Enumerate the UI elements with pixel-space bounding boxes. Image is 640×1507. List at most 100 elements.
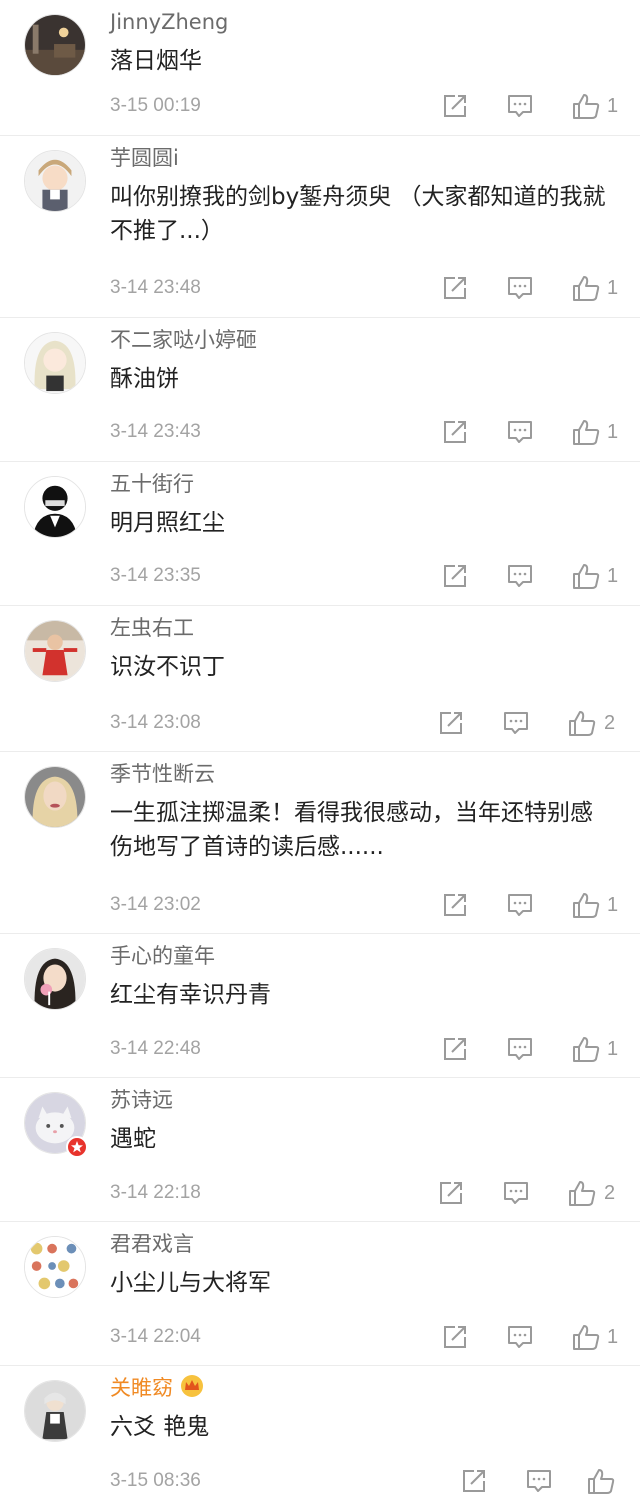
like-icon[interactable]	[571, 418, 601, 446]
comment-icon[interactable]	[506, 891, 534, 919]
comment-username[interactable]: 芋圆圆i	[110, 144, 179, 172]
repost-icon[interactable]	[441, 92, 469, 120]
like-icon[interactable]	[571, 1323, 601, 1351]
comment-timestamp: 3-14 23:35	[110, 565, 201, 586]
comment-item: 手心的童年红尘有幸识丹青 3-14 22:48 1	[0, 934, 640, 1078]
like-count: 2	[604, 712, 616, 734]
user-avatar[interactable]	[24, 14, 86, 76]
like-count: 1	[607, 894, 619, 916]
comment-username[interactable]: 五十街行	[110, 470, 194, 498]
comment-item: 关睢窈六爻 艳鬼 3-15 08:36	[0, 1366, 640, 1507]
comment-item: 芋圆圆i 叫你别撩我的剑by錾舟须臾 （大家都知道的我就不推了...） 3-14 2…	[0, 136, 640, 318]
verified-badge-icon	[66, 1136, 88, 1162]
comment-timestamp: 3-14 23:08	[110, 712, 201, 733]
repost-icon[interactable]	[441, 274, 469, 302]
user-avatar[interactable]	[24, 620, 86, 682]
username-text[interactable]: 苏诗远	[110, 1088, 173, 1112]
like-count: 2	[604, 1182, 616, 1204]
user-avatar[interactable]	[24, 948, 86, 1010]
comment-timestamp: 3-14 22:48	[110, 1038, 201, 1059]
comment-icon[interactable]	[506, 92, 534, 120]
like-icon[interactable]	[571, 92, 601, 120]
like-count: 1	[607, 421, 619, 443]
comment-item: 苏诗远遇蛇 3-14 22:18 2	[0, 1078, 640, 1222]
comment-icon[interactable]	[506, 1035, 534, 1063]
username-text[interactable]: 不二家哒小婷砸	[110, 328, 257, 352]
comment-icon[interactable]	[525, 1467, 553, 1495]
like-count: 1	[607, 565, 619, 587]
user-avatar[interactable]	[24, 476, 86, 538]
comment-username[interactable]: 关睢窈	[110, 1374, 205, 1405]
comment-timestamp: 3-15 08:36	[110, 1470, 201, 1491]
like-icon[interactable]	[571, 562, 601, 590]
like-icon[interactable]	[567, 1179, 597, 1207]
comment-text: 明月照红尘	[110, 510, 225, 536]
comment-username[interactable]: 不二家哒小婷砸	[110, 326, 257, 354]
repost-icon[interactable]	[441, 418, 469, 446]
comment-text: 六爻 艳鬼	[110, 1414, 210, 1440]
comment-timestamp: 3-15 00:19	[110, 95, 201, 116]
repost-icon[interactable]	[460, 1467, 488, 1495]
username-text[interactable]: 季节性断云	[110, 762, 215, 786]
comment-text: 红尘有幸识丹青	[110, 982, 271, 1008]
comment-text: 落日烟华	[110, 48, 202, 74]
username-text[interactable]: 君君戏言	[110, 1232, 194, 1256]
like-count: 1	[607, 95, 619, 117]
comment-username[interactable]: 左虫右工	[110, 614, 194, 642]
repost-icon[interactable]	[441, 1035, 469, 1063]
user-avatar[interactable]	[24, 332, 86, 394]
repost-icon[interactable]	[437, 1179, 465, 1207]
comment-timestamp: 3-14 23:48	[110, 277, 201, 298]
comment-item: JinnyZheng 落日烟华 3-15 00:19 1	[0, 0, 640, 136]
comment-icon[interactable]	[506, 1323, 534, 1351]
comment-username[interactable]: 君君戏言	[110, 1230, 194, 1258]
like-icon[interactable]	[567, 709, 597, 737]
comment-icon[interactable]	[506, 274, 534, 302]
username-text[interactable]: 关睢窈	[110, 1376, 173, 1400]
like-count: 1	[607, 277, 619, 299]
comment-text: 小尘儿与大将军	[110, 1270, 271, 1296]
user-avatar[interactable]	[24, 150, 86, 212]
username-text[interactable]: 芋圆圆i	[110, 146, 179, 170]
like-count: 1	[607, 1326, 619, 1348]
comment-timestamp: 3-14 22:18	[110, 1182, 201, 1203]
comment-icon[interactable]	[502, 1179, 530, 1207]
username-text[interactable]: 手心的童年	[110, 944, 215, 968]
comment-icon[interactable]	[506, 418, 534, 446]
user-avatar[interactable]	[24, 766, 86, 828]
username-text[interactable]: JinnyZheng	[110, 10, 228, 34]
comment-icon[interactable]	[506, 562, 534, 590]
comment-username[interactable]: JinnyZheng	[110, 8, 228, 36]
comment-icon[interactable]	[502, 709, 530, 737]
username-text[interactable]: 五十街行	[110, 472, 194, 496]
comment-timestamp: 3-14 23:43	[110, 421, 201, 442]
like-icon[interactable]	[571, 891, 601, 919]
crown-icon	[179, 1374, 205, 1405]
comment-list: JinnyZheng 落日烟华 3-15 00:19 1 芋圆圆i 叫你别撩我的剑by錾舟…	[0, 0, 640, 1507]
username-text[interactable]: 左虫右工	[110, 616, 194, 640]
comment-item: 不二家哒小婷砸 酥油饼 3-14 23:43 1	[0, 318, 640, 462]
comment-text: 酥油饼	[110, 366, 179, 392]
repost-icon[interactable]	[437, 709, 465, 737]
comment-text: 遇蛇	[110, 1126, 156, 1152]
repost-icon[interactable]	[441, 891, 469, 919]
like-count: 1	[607, 1038, 619, 1060]
comment-text: 一生孤注掷温柔！看得我很感动，当年还特别感伤地写了首诗的读后感......	[110, 800, 593, 860]
comment-item: 左虫右工识汝不识丁 3-14 23:08 2	[0, 606, 640, 752]
repost-icon[interactable]	[441, 562, 469, 590]
like-icon[interactable]	[571, 274, 601, 302]
like-icon[interactable]	[571, 1035, 601, 1063]
comment-username[interactable]: 苏诗远	[110, 1086, 173, 1114]
repost-icon[interactable]	[441, 1323, 469, 1351]
comment-username[interactable]: 手心的童年	[110, 942, 215, 970]
comment-text: 叫你别撩我的剑by錾舟须臾 （大家都知道的我就不推了...）	[110, 184, 606, 244]
comment-timestamp: 3-14 23:02	[110, 894, 201, 915]
user-avatar[interactable]	[24, 1380, 86, 1442]
like-icon[interactable]	[586, 1467, 616, 1495]
comment-timestamp: 3-14 22:04	[110, 1326, 201, 1347]
comment-text: 识汝不识丁	[110, 654, 225, 680]
comment-item: 君君戏言小尘儿与大将军 3-14 22:04 1	[0, 1222, 640, 1366]
user-avatar[interactable]	[24, 1236, 86, 1298]
comment-item: 五十街行明月照红尘 3-14 23:35 1	[0, 462, 640, 606]
comment-username[interactable]: 季节性断云	[110, 760, 215, 788]
